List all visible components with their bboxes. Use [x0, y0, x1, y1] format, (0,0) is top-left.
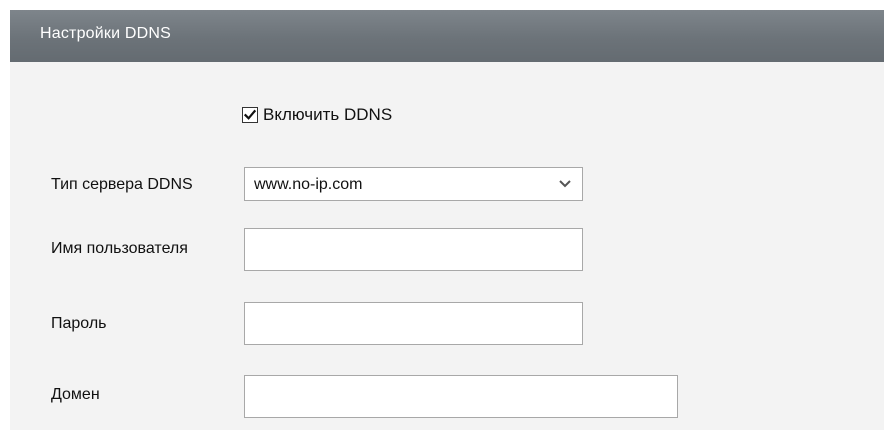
window-left-edge	[0, 0, 10, 430]
enable-ddns-checkbox[interactable]	[242, 107, 258, 123]
checkmark-icon	[243, 109, 257, 120]
enable-ddns-label: Включить DDNS	[263, 105, 393, 124]
enable-ddns-row[interactable]: Включить DDNS	[242, 103, 392, 127]
server-type-value: www.no-ip.com	[254, 176, 363, 193]
domain-label: Домен	[51, 386, 100, 403]
ddns-settings-window: Настройки DDNS Включить DDNS Тип сервера…	[0, 0, 884, 430]
password-label: Пароль	[51, 315, 107, 332]
panel-title: Настройки DDNS	[40, 25, 172, 42]
password-input[interactable]	[244, 302, 583, 345]
username-input[interactable]	[244, 228, 583, 271]
ddns-settings-panel: Настройки DDNS Включить DDNS Тип сервера…	[10, 10, 884, 430]
domain-input[interactable]	[244, 375, 678, 418]
server-type-label: Тип сервера DDNS	[51, 176, 193, 193]
panel-header: Настройки DDNS	[10, 10, 884, 62]
username-label: Имя пользователя	[51, 240, 188, 257]
server-type-select[interactable]: www.no-ip.com	[244, 167, 583, 201]
chevron-down-icon	[559, 180, 571, 188]
